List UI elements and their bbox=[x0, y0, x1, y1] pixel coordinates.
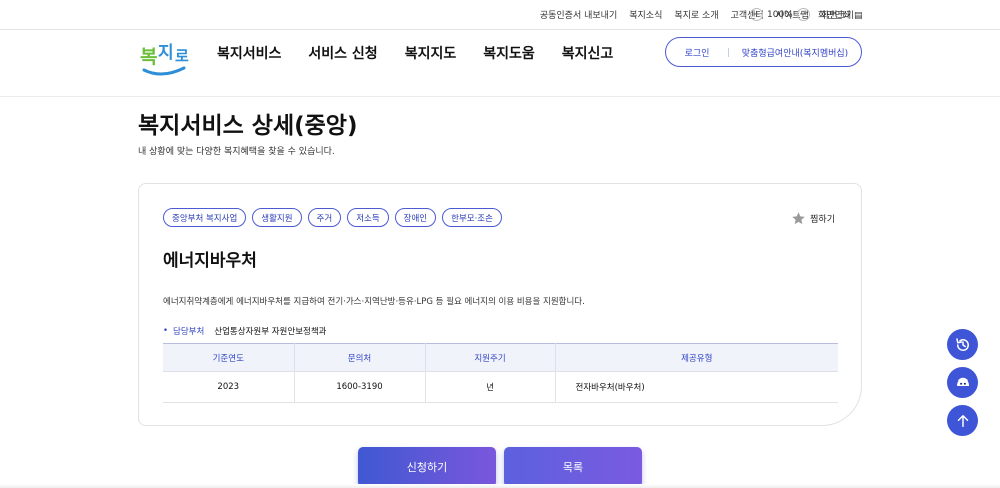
th-type: 제공유형 bbox=[555, 343, 838, 372]
page-subtitle: 내 상황에 맞는 다양한 복지혜택을 찾을 수 있습니다. bbox=[138, 147, 335, 157]
bottom-shade bbox=[0, 484, 1000, 488]
logo[interactable]: 복 지 로 bbox=[138, 33, 192, 81]
nav-welfare-service[interactable]: 복지서비스 bbox=[217, 43, 281, 63]
zoom-value: 100% bbox=[767, 9, 793, 20]
service-name: 에너지바우처 bbox=[163, 251, 257, 271]
logo-text-2: 지 bbox=[158, 43, 174, 63]
nav-welfare-report[interactable]: 복지신고 bbox=[562, 43, 614, 63]
history-button[interactable] bbox=[947, 329, 978, 360]
utility-bar: 공동인증서 내보내기 복지소식 복지로 소개 고객센터 사이트맵 화면크기 + … bbox=[0, 0, 1000, 30]
dept-value: 산업통상자원부 자원안보정책과 bbox=[214, 327, 327, 337]
dept-row: • 담당부처 산업통상자원부 자원안보정책과 bbox=[163, 325, 326, 337]
arrow-up-icon bbox=[957, 414, 968, 427]
util-link-news[interactable]: 복지소식 bbox=[629, 8, 662, 21]
tag-living-support[interactable]: 생활지원 bbox=[252, 208, 302, 227]
th-base-year: 기준연도 bbox=[163, 343, 295, 372]
th-contact: 문의처 bbox=[294, 343, 426, 372]
tag-central-ministry[interactable]: 중앙부처 복지사업 bbox=[163, 208, 247, 227]
chatbot-button[interactable] bbox=[947, 367, 978, 398]
print-label: 화면인쇄 bbox=[818, 11, 852, 21]
nav-welfare-map[interactable]: 복지지도 bbox=[405, 43, 457, 63]
chatbot-icon bbox=[956, 377, 969, 386]
service-info-table: 기준연도 문의처 지원주기 제공유형 2023 1600-3190 년 전자바우… bbox=[163, 343, 838, 403]
print-icon: ▤ bbox=[851, 11, 863, 21]
logo-text-1: 복 bbox=[140, 46, 157, 68]
nav-service-apply[interactable]: 서비스 신청 bbox=[308, 43, 377, 63]
print-link[interactable]: 화면인쇄 ▤ bbox=[818, 8, 863, 21]
td-cycle: 년 bbox=[425, 371, 556, 403]
service-tags: 중앙부처 복지사업 생활지원 주거 저소득 장애인 한부모·조손 bbox=[163, 208, 502, 227]
login-button[interactable]: 로그인 bbox=[666, 46, 728, 59]
td-base-year: 2023 bbox=[163, 371, 295, 403]
table-row: 2023 1600-3190 년 전자바우처(바우처) bbox=[163, 371, 838, 403]
service-description: 에너지취약계층에게 에너지바우처를 지급하여 전기·가스·지역난방·등유·LPG… bbox=[163, 297, 585, 307]
td-type: 전자바우처(바우처) bbox=[555, 371, 838, 403]
table-header-row: 기준연도 문의처 지원주기 제공유형 bbox=[163, 343, 838, 372]
tag-housing[interactable]: 주거 bbox=[307, 208, 342, 227]
td-contact: 1600-3190 bbox=[294, 371, 426, 403]
zoom-in-button[interactable]: + bbox=[750, 8, 763, 21]
tag-low-income[interactable]: 저소득 bbox=[347, 208, 389, 227]
benefit-guide-button[interactable]: 맞춤형급여안내(복지멤버십) bbox=[729, 46, 861, 59]
util-link-cert[interactable]: 공동인증서 내보내기 bbox=[540, 8, 617, 21]
page-title: 복지서비스 상세(중앙) bbox=[138, 113, 358, 139]
favorite-label: 찜하기 bbox=[810, 215, 835, 225]
zoom-out-button[interactable]: − bbox=[796, 8, 810, 21]
nav-welfare-help[interactable]: 복지도움 bbox=[483, 43, 535, 63]
zoom-control: + 100% − bbox=[750, 8, 810, 21]
dept-bullet: • bbox=[163, 326, 169, 336]
dept-label: 담당부처 bbox=[173, 327, 205, 337]
scroll-top-button[interactable] bbox=[947, 405, 978, 436]
util-link-about[interactable]: 복지로 소개 bbox=[674, 8, 718, 21]
tag-disabled[interactable]: 장애인 bbox=[394, 208, 437, 227]
star-icon bbox=[792, 212, 805, 225]
site-header: 복 지 로 복지서비스 서비스 신청 복지지도 복지도움 복지신고 로그인 맞춤… bbox=[0, 31, 1000, 97]
logo-text-3: 로 bbox=[175, 47, 189, 65]
member-box: 로그인 맞춤형급여안내(복지멤버십) bbox=[665, 37, 862, 67]
apply-button[interactable]: 신청하기 bbox=[358, 447, 496, 487]
th-cycle: 지원주기 bbox=[425, 343, 556, 372]
main-nav: 복지서비스 서비스 신청 복지지도 복지도움 복지신고 bbox=[217, 43, 613, 63]
service-card: 중앙부처 복지사업 생활지원 주거 저소득 장애인 한부모·조손 찜하기 에너지… bbox=[138, 183, 862, 426]
favorite-button[interactable]: 찜하기 bbox=[791, 211, 835, 226]
list-button[interactable]: 목록 bbox=[504, 447, 642, 487]
history-icon bbox=[955, 337, 969, 351]
logo-smile bbox=[142, 66, 186, 76]
tag-single-parent[interactable]: 한부모·조손 bbox=[442, 208, 502, 227]
